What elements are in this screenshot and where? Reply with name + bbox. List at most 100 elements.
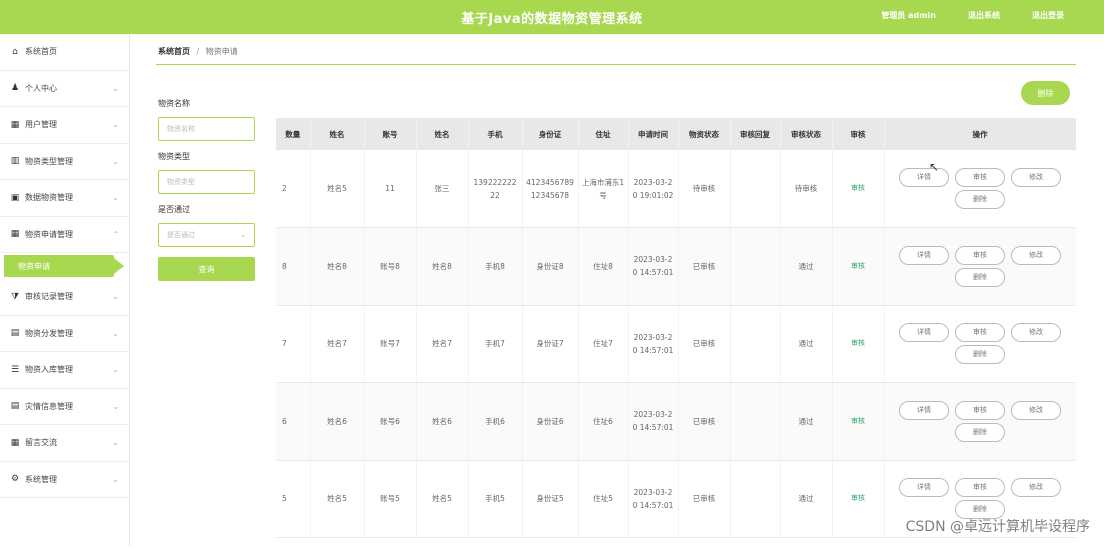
chevron-icon: ⌄ [112, 157, 119, 166]
chevron-icon: ⌄ [112, 475, 119, 484]
table-cell: 6 [276, 383, 310, 461]
chevron-icon: ⌄ [112, 329, 119, 338]
delete-row-button[interactable]: 删除 [955, 268, 1005, 287]
audit-button[interactable]: 审核 [955, 168, 1005, 187]
logout-button[interactable]: 退出登录 [1032, 10, 1064, 21]
table-cell: 已审核 [678, 383, 730, 461]
actions-cell: 详情审核修改删除 [884, 228, 1076, 306]
sidebar-item-label: 个人中心 [25, 83, 57, 94]
table-cell: 姓名6 [310, 383, 364, 461]
table-cell [730, 228, 780, 306]
table-cell: 通过 [780, 305, 832, 383]
doc-icon: ▤ [10, 401, 20, 411]
chevron-icon: ⌄ [112, 193, 119, 202]
sidebar-item[interactable]: ♟个人中心⌄ [0, 71, 129, 108]
audit-link[interactable]: 审核 [832, 460, 884, 538]
sidebar-item[interactable]: ⧩审核记录管理⌄ [0, 279, 129, 316]
audit-link[interactable]: 审核 [832, 305, 884, 383]
breadcrumb-separator: / [197, 47, 200, 56]
column-header: 住址 [578, 118, 628, 150]
delete-row-button[interactable]: 删除 [955, 190, 1005, 209]
edit-button[interactable]: 修改 [1011, 478, 1061, 497]
bar-chart-icon: ▥ [10, 156, 20, 166]
query-button[interactable]: 查询 [158, 257, 255, 281]
audit-button[interactable]: 审核 [955, 323, 1005, 342]
chevron-icon: ⌄ [112, 438, 119, 447]
sidebar-item[interactable]: ▦留言交流⌄ [0, 425, 129, 462]
table-cell: 身份证5 [522, 460, 578, 538]
table-cell: 2 [276, 150, 310, 228]
sidebar-subitem-apply[interactable]: 物资申请 [4, 255, 128, 277]
chevron-down-icon: ⌄ [240, 231, 246, 239]
type-label: 物资类型 [158, 151, 258, 162]
sidebar-item[interactable]: ⌂系统首页 [0, 34, 129, 71]
table-cell: 姓名5 [416, 460, 468, 538]
detail-button[interactable]: 详情 [899, 401, 949, 420]
watermark: CSDN @卓远计算机毕设程序 [906, 516, 1090, 536]
table-cell: 2023-03-20 14:57:01 [628, 305, 678, 383]
table-cell: 待审核 [780, 150, 832, 228]
chevron-icon: ⌃ [112, 230, 119, 239]
audit-button[interactable]: 审核 [955, 246, 1005, 265]
sidebar-item[interactable]: ▤ 灾情信息管理 ⌄ [0, 389, 129, 426]
column-header: 姓名 [416, 118, 468, 150]
audit-link[interactable]: 审核 [832, 150, 884, 228]
sidebar-item[interactable]: ▤物资分发管理⌄ [0, 316, 129, 353]
status-select[interactable]: 是否通过 ⌄ [158, 223, 255, 247]
table-row: 7姓名7账号7姓名7手机7身份证7住址72023-03-20 14:57:01已… [276, 305, 1076, 383]
sidebar-item-label: 灾情信息管理 [25, 401, 73, 412]
edit-button[interactable]: 修改 [1011, 323, 1061, 342]
detail-button[interactable]: 详情 [899, 478, 949, 497]
sidebar-item[interactable]: ⚙系统管理⌄ [0, 462, 129, 499]
table-cell: 8 [276, 228, 310, 306]
top-bar: 基于Java的数据物资管理系统 管理员 admin 退出系统 退出登录 [0, 0, 1104, 34]
back-button[interactable]: 退出系统 [968, 10, 1000, 21]
detail-button[interactable]: 详情 [899, 168, 949, 187]
sidebar-item-label: 用户管理 [25, 119, 57, 130]
audit-link[interactable]: 审核 [832, 383, 884, 461]
breadcrumb-home[interactable]: 系统首页 [158, 47, 190, 56]
detail-button[interactable]: 详情 [899, 323, 949, 342]
name-label: 物资名称 [158, 98, 258, 109]
name-input[interactable]: 物资名称 [158, 117, 255, 141]
sidebar-item[interactable]: ▣数据物资管理⌄ [0, 180, 129, 217]
detail-button[interactable]: 详情 [899, 246, 949, 265]
actions-cell: 详情审核修改删除 [884, 383, 1076, 461]
delete-button[interactable]: 删除 [1021, 81, 1070, 105]
table-cell: 姓名6 [416, 383, 468, 461]
table-cell: 待审核 [678, 150, 730, 228]
current-user[interactable]: 管理员 admin [881, 10, 936, 21]
table-cell: 手机7 [468, 305, 522, 383]
table-cell: 2023-03-20 14:57:01 [628, 228, 678, 306]
audit-button[interactable]: 审核 [955, 478, 1005, 497]
filter-icon: ⧩ [10, 292, 20, 302]
table-cell: 2023-03-20 14:57:01 [628, 383, 678, 461]
edit-button[interactable]: 修改 [1011, 168, 1061, 187]
table-cell: 通过 [780, 460, 832, 538]
column-header: 操作 [884, 118, 1076, 150]
edit-button[interactable]: 修改 [1011, 401, 1061, 420]
table-cell: 住址5 [578, 460, 628, 538]
sidebar-item[interactable]: ▥物资类型管理⌄ [0, 144, 129, 181]
sidebar-item[interactable]: ▦物资申请管理⌃ [0, 217, 129, 254]
column-header: 申请时间 [628, 118, 678, 150]
sidebar-item[interactable]: ☰物资入库管理⌄ [0, 352, 129, 389]
delete-row-button[interactable]: 删除 [955, 423, 1005, 442]
table-cell: 已审核 [678, 460, 730, 538]
table-cell: 账号6 [364, 383, 416, 461]
chevron-icon: ⌄ [112, 402, 119, 411]
audit-button[interactable]: 审核 [955, 401, 1005, 420]
sidebar-item[interactable]: ▦用户管理⌄ [0, 107, 129, 144]
table-header-row: 数量姓名账号姓名手机身份证住址申请时间物资状态审核回复审核状态审核操作 [276, 118, 1076, 150]
table-cell: 2023-03-20 14:57:01 [628, 460, 678, 538]
data-table: 数量姓名账号姓名手机身份证住址申请时间物资状态审核回复审核状态审核操作 2 姓名5… [276, 118, 1076, 548]
audit-link[interactable]: 审核 [832, 228, 884, 306]
edit-button[interactable]: 修改 [1011, 246, 1061, 265]
table-cell: 姓名8 [416, 228, 468, 306]
table-cell: 已审核 [678, 305, 730, 383]
type-input[interactable]: 物资类型 [158, 170, 255, 194]
delete-row-button[interactable]: 删除 [955, 345, 1005, 364]
table-cell: 身份证7 [522, 305, 578, 383]
column-header: 审核回复 [730, 118, 780, 150]
column-header: 手机 [468, 118, 522, 150]
